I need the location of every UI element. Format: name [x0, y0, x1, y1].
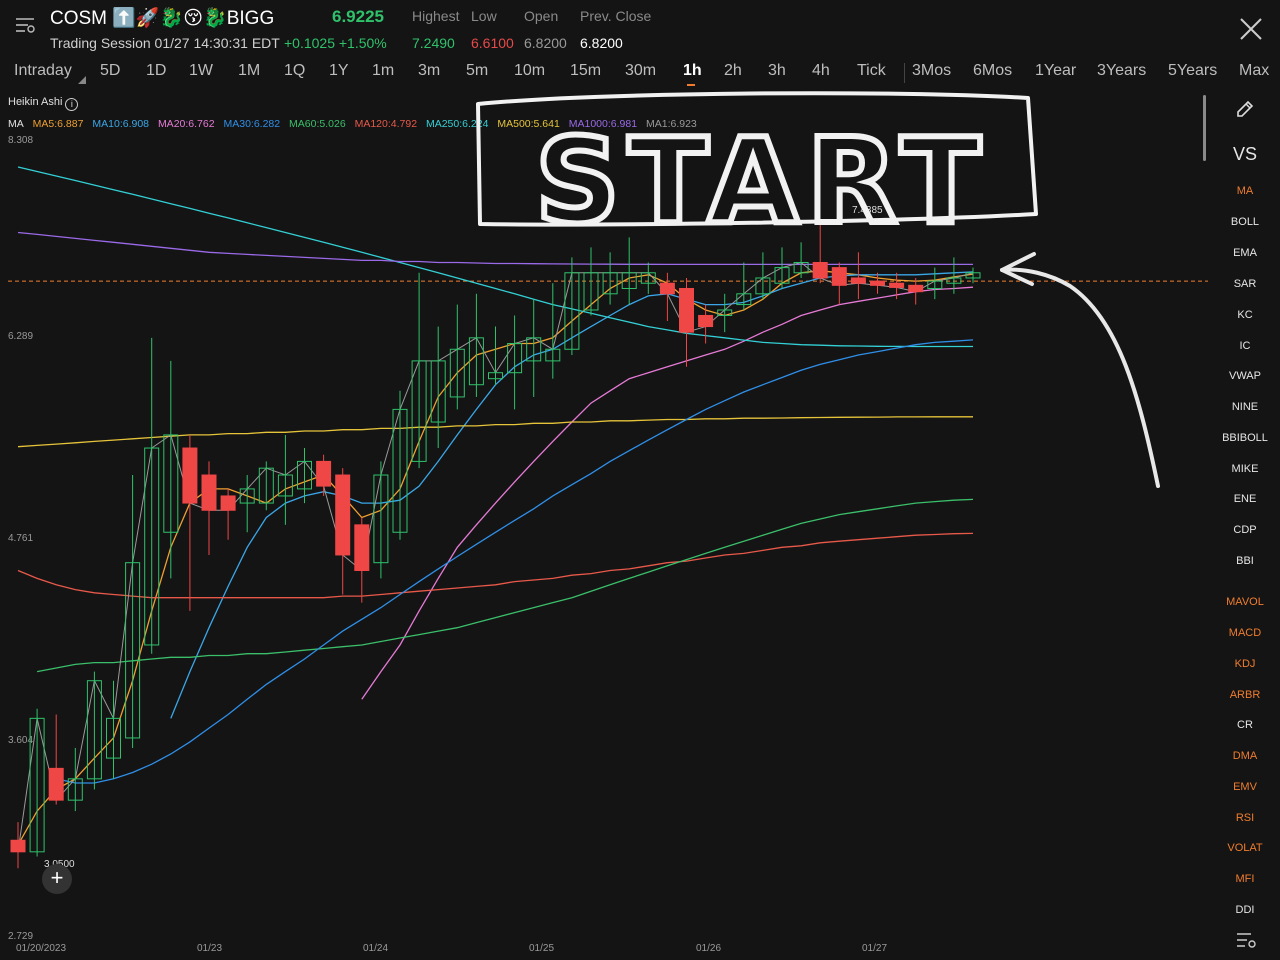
indicator-cdp[interactable]: CDP: [1220, 524, 1270, 536]
pencil-icon[interactable]: [1234, 100, 1256, 120]
indicator-sar[interactable]: SAR: [1220, 278, 1270, 290]
indicator-sidebar: VS MA BOLL EMA SAR KC IC VWAP NINE BBIBO…: [1220, 92, 1270, 960]
indicator-ma[interactable]: MA: [1220, 185, 1270, 197]
indicator-volat[interactable]: VOLAT: [1220, 842, 1270, 854]
tab-max[interactable]: Max: [1239, 62, 1269, 80]
indicator-kc[interactable]: KC: [1220, 309, 1270, 321]
indicator-macd[interactable]: MACD: [1220, 627, 1270, 639]
indicator-kdj[interactable]: KDJ: [1220, 658, 1270, 670]
indicator-mfi[interactable]: MFI: [1220, 873, 1270, 885]
annotation-arrow: [1000, 267, 1160, 488]
indicator-rsi[interactable]: RSI: [1220, 812, 1270, 824]
indicator-nine[interactable]: NINE: [1220, 401, 1270, 413]
indicator-boll[interactable]: BOLL: [1220, 216, 1270, 228]
indicator-ema[interactable]: EMA: [1220, 247, 1270, 259]
indicator-bbi[interactable]: BBI: [1220, 555, 1270, 567]
indicator-ic[interactable]: IC: [1220, 340, 1270, 352]
indicator-vwap[interactable]: VWAP: [1220, 370, 1270, 382]
indicator-ene[interactable]: ENE: [1220, 493, 1270, 505]
annotation-text: START: [535, 112, 989, 250]
indicator-ddi[interactable]: DDI: [1220, 904, 1270, 916]
indicator-dma[interactable]: DMA: [1220, 750, 1270, 762]
annotation-overlay: START: [476, 91, 1160, 488]
indicator-bbiboll[interactable]: BBIBOLL: [1220, 432, 1270, 444]
indicator-arbr[interactable]: ARBR: [1220, 689, 1270, 701]
indicator-mavol[interactable]: MAVOL: [1220, 596, 1270, 608]
chart-scrollbar[interactable]: [1203, 95, 1206, 161]
indicator-mike[interactable]: MIKE: [1220, 463, 1270, 475]
settings-list-icon[interactable]: [1235, 930, 1257, 950]
indicator-cr[interactable]: CR: [1220, 719, 1270, 731]
close-icon[interactable]: [1238, 16, 1264, 42]
compare-vs-button[interactable]: VS: [1220, 144, 1270, 165]
indicator-emv[interactable]: EMV: [1220, 781, 1270, 793]
